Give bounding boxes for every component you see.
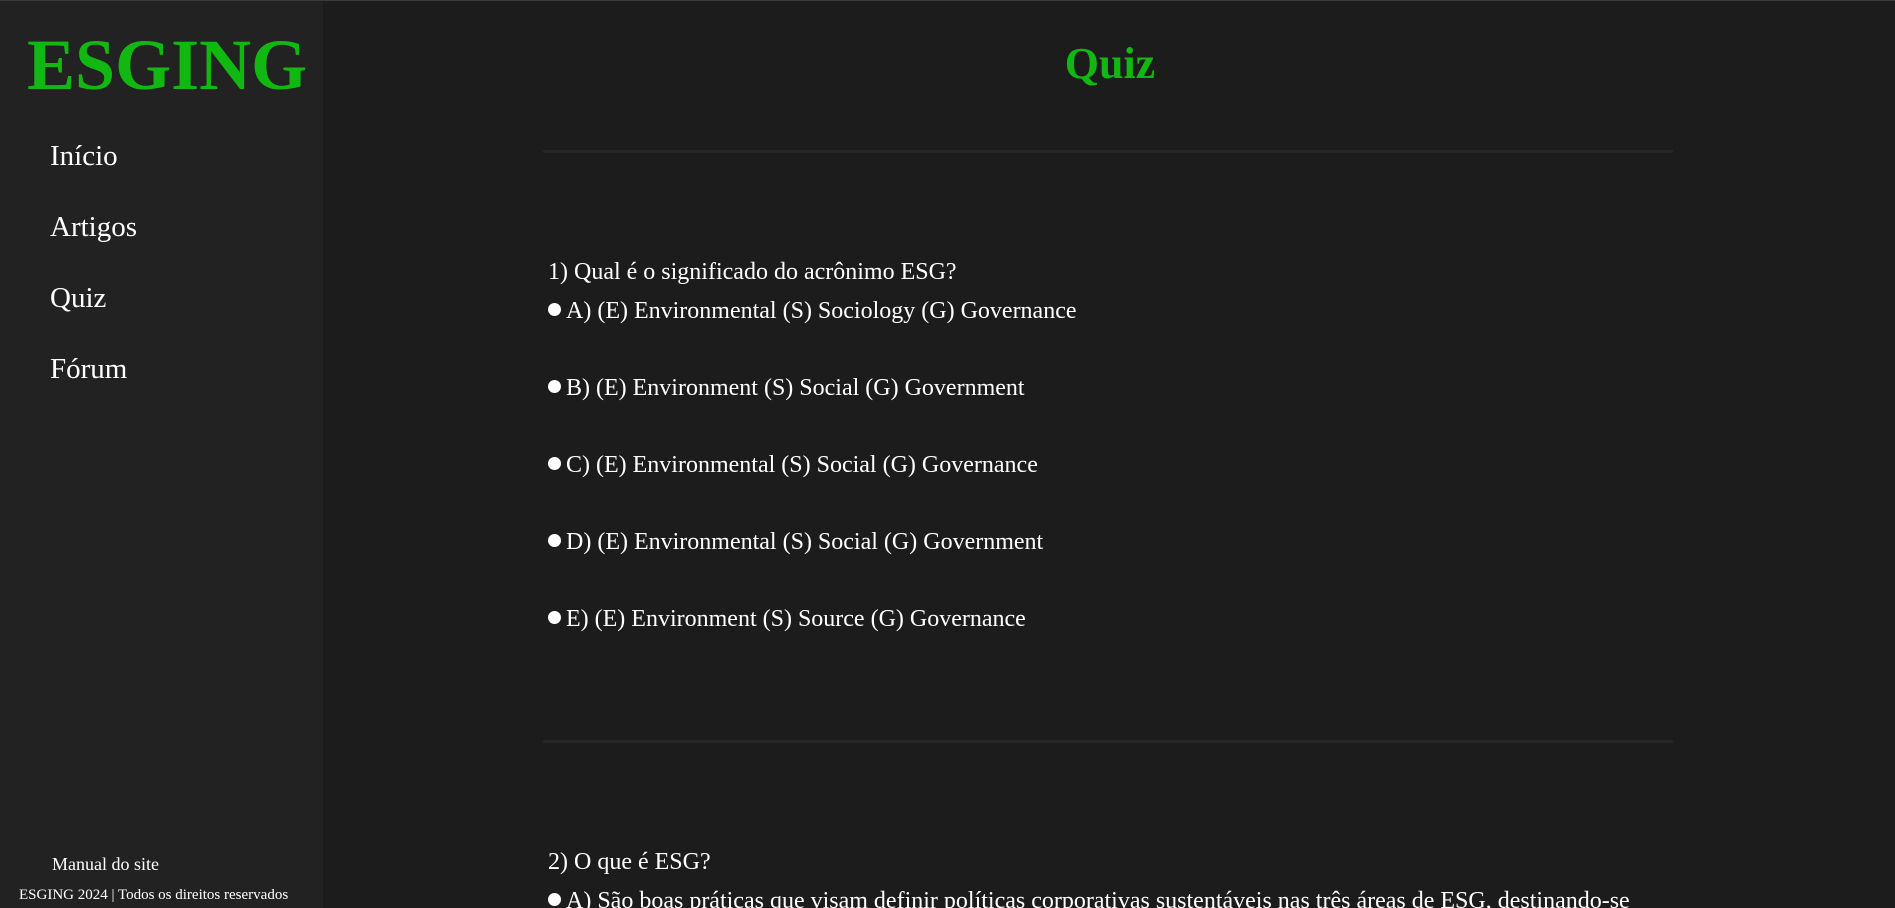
radio-button[interactable]	[548, 457, 561, 470]
divider	[543, 150, 1673, 153]
main-content: Quiz 1) Qual é o significado do acrônimo…	[323, 1, 1895, 908]
divider	[543, 740, 1673, 743]
sidebar-nav: Início Artigos Quiz Fórum	[50, 139, 137, 423]
radio-button[interactable]	[548, 303, 561, 316]
option-label: A) (E) Environmental (S) Sociology (G) G…	[566, 298, 1077, 324]
radio-button[interactable]	[548, 534, 561, 547]
question-1-text: 1) Qual é o significado do acrônimo ESG?	[548, 259, 957, 285]
radio-button[interactable]	[548, 611, 561, 624]
option-label: D) (E) Environmental (S) Social (G) Gove…	[566, 529, 1044, 555]
option-label: A) São boas práticas que visam definir p…	[566, 888, 1630, 908]
radio-button[interactable]	[548, 380, 561, 393]
nav-item-inicio[interactable]: Início	[50, 139, 137, 210]
copyright-text: ESGING 2024 | Todos os direitos reservad…	[19, 887, 289, 903]
option-label: C) (E) Environmental (S) Social (G) Gove…	[566, 452, 1038, 478]
option-label: B) (E) Environment (S) Social (G) Govern…	[566, 375, 1025, 401]
question-1-option-d[interactable]: D) (E) Environmental (S) Social (G) Gove…	[548, 528, 1043, 556]
sidebar: ESGING Início Artigos Quiz Fórum Manual …	[0, 1, 323, 908]
question-2-option-a[interactable]: A) São boas práticas que visam definir p…	[548, 887, 1630, 908]
app-page: ESGING Início Artigos Quiz Fórum Manual …	[0, 0, 1895, 908]
question-1-option-e[interactable]: E) (E) Environment (S) Source (G) Govern…	[548, 605, 1026, 633]
question-2-text: 2) O que é ESG?	[548, 849, 711, 875]
nav-item-quiz[interactable]: Quiz	[50, 281, 137, 352]
question-1-option-c[interactable]: C) (E) Environmental (S) Social (G) Gove…	[548, 451, 1038, 479]
page-title: Quiz	[1064, 39, 1156, 88]
radio-button[interactable]	[548, 893, 561, 906]
manual-link[interactable]: Manual do site	[52, 854, 159, 875]
site-logo[interactable]: ESGING	[27, 29, 307, 101]
question-1-option-a[interactable]: A) (E) Environmental (S) Sociology (G) G…	[548, 297, 1077, 325]
nav-item-artigos[interactable]: Artigos	[50, 210, 137, 281]
nav-item-forum[interactable]: Fórum	[50, 352, 137, 423]
question-1-option-b[interactable]: B) (E) Environment (S) Social (G) Govern…	[548, 374, 1025, 402]
option-label: E) (E) Environment (S) Source (G) Govern…	[566, 606, 1026, 632]
